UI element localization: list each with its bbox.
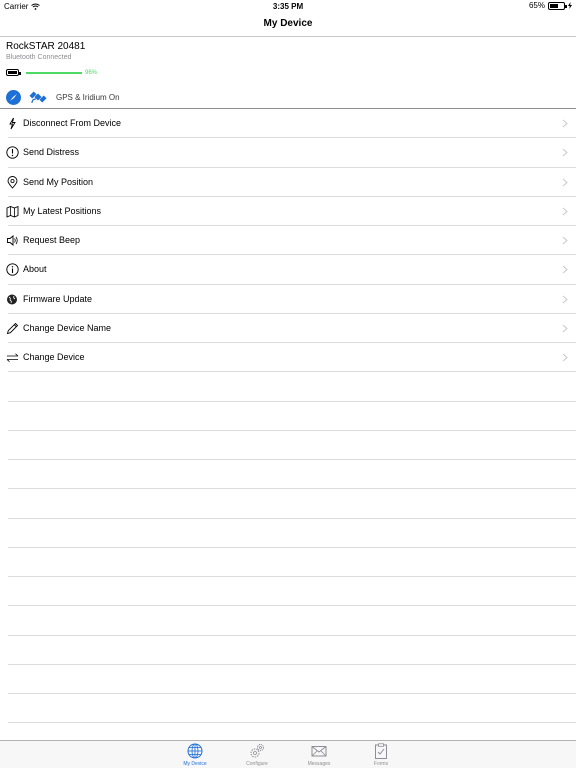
empty-row <box>8 665 576 694</box>
menu-item-firmware-update[interactable]: Firmware Update <box>7 285 576 314</box>
chevron-right-icon <box>562 265 568 274</box>
device-battery-bar <box>26 71 82 74</box>
empty-row <box>8 372 576 402</box>
empty-row <box>8 460 576 490</box>
empty-row <box>8 402 576 431</box>
satellite-icon <box>29 91 47 104</box>
tab-label: My Device <box>183 761 207 767</box>
empty-row <box>8 636 576 665</box>
chevron-right-icon <box>562 236 568 245</box>
empty-row <box>8 606 576 636</box>
device-menu: Disconnect From Device Send Distress Sen… <box>0 109 576 724</box>
chevron-right-icon <box>562 324 568 333</box>
chevron-right-icon <box>562 295 568 303</box>
chevron-right-icon <box>562 148 568 157</box>
chevron-right-icon <box>562 207 568 216</box>
map-icon <box>6 205 19 218</box>
chevron-right-icon <box>562 178 568 186</box>
battery-percent: 65% <box>528 1 545 10</box>
gps-row: GPS & Iridium On <box>6 88 120 106</box>
gps-status: GPS & Iridium On <box>56 92 120 102</box>
empty-row <box>8 489 576 519</box>
lightning-icon <box>9 117 16 130</box>
gears-icon <box>250 744 264 758</box>
menu-item-label: About <box>23 264 47 275</box>
globe-pin-icon <box>7 294 17 304</box>
menu-item-label: Disconnect From Device <box>23 118 122 128</box>
clipboard-icon <box>375 743 387 759</box>
menu-item-latest-positions[interactable]: My Latest Positions <box>6 197 576 226</box>
menu-item-label: My Latest Positions <box>23 205 102 216</box>
menu-item-label: Send My Position <box>23 176 94 187</box>
chevron-right-icon <box>562 119 568 128</box>
menu-item-label: Send Distress <box>23 147 80 158</box>
empty-row <box>8 548 576 577</box>
menu-item-change-device[interactable]: Change Device <box>6 343 576 373</box>
device-header: RockSTAR 20481 Bluetooth Connected 96% G… <box>0 37 576 109</box>
device-name: RockSTAR 20481 <box>6 41 86 52</box>
device-battery: 96% <box>6 69 97 76</box>
tab-label: Forms <box>373 761 389 767</box>
globe-icon <box>187 743 203 759</box>
speaker-icon <box>7 235 18 246</box>
chevron-right-icon <box>562 353 568 362</box>
status-right: 65% <box>529 1 572 10</box>
device-battery-icon <box>6 69 21 76</box>
menu-item-label: Change Device Name <box>23 322 112 333</box>
swap-arrows-icon <box>6 353 19 363</box>
status-bar: Carrier 3:35 PM 65% <box>0 0 576 12</box>
info-icon <box>6 263 19 276</box>
tab-label: Messages <box>307 761 331 767</box>
empty-row <box>8 519 576 548</box>
menu-item-label: Request Beep <box>23 235 81 245</box>
tab-label: Configure <box>246 761 268 767</box>
empty-row <box>8 577 576 607</box>
menu-item-request-beep[interactable]: Request Beep <box>7 226 576 256</box>
compass-icon <box>6 89 21 105</box>
pencil-icon <box>6 322 19 334</box>
device-battery-level: 96% <box>85 69 98 76</box>
menu-item-label: Firmware Update <box>23 293 93 304</box>
menu-item-disconnect[interactable]: Disconnect From Device <box>8 109 576 139</box>
status-time: 3:35 PM <box>272 2 304 11</box>
exclamation-circle-icon <box>6 146 19 159</box>
menu-item-label: Change Device <box>23 352 85 362</box>
envelope-icon <box>311 746 327 757</box>
charging-icon <box>568 2 572 9</box>
tab-bar: My Device Configure Messages Forms <box>0 740 576 768</box>
tab-configure[interactable]: Configure <box>226 741 288 768</box>
nav-bar: My Device <box>0 12 576 37</box>
empty-row <box>8 694 576 724</box>
page-title: My Device <box>263 18 313 29</box>
connection-status: Bluetooth Connected <box>6 54 72 61</box>
empty-row <box>8 431 576 460</box>
tab-forms[interactable]: Forms <box>350 741 412 768</box>
menu-item-send-distress[interactable]: Send Distress <box>6 138 576 168</box>
battery-icon <box>548 1 567 10</box>
menu-item-send-position[interactable]: Send My Position <box>7 168 576 197</box>
tab-my-device[interactable]: My Device <box>164 741 226 768</box>
location-pin-icon <box>7 175 18 189</box>
tab-messages[interactable]: Messages <box>288 741 350 768</box>
menu-item-change-name[interactable]: Change Device Name <box>6 314 576 343</box>
menu-item-about[interactable]: About <box>6 255 576 285</box>
